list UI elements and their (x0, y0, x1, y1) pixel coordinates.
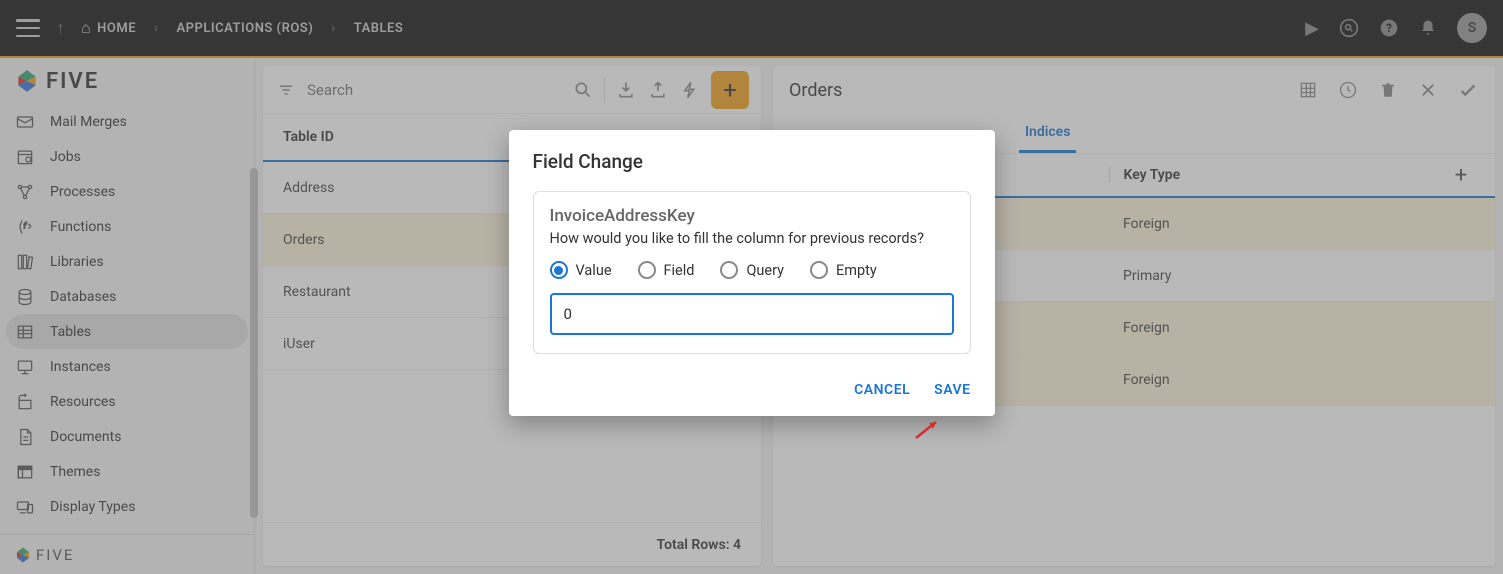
radio-field[interactable]: Field (638, 261, 695, 279)
save-button[interactable]: SAVE (934, 382, 970, 398)
modal-card: InvoiceAddressKey How would you like to … (533, 191, 971, 354)
radio-label: Field (664, 262, 695, 279)
radio-query[interactable]: Query (720, 261, 784, 279)
field-change-modal: Field Change InvoiceAddressKey How would… (509, 130, 995, 416)
radio-icon (720, 261, 738, 279)
modal-value-input[interactable] (550, 293, 954, 335)
modal-radio-group: Value Field Query Empty (550, 261, 954, 279)
modal-title: Field Change (509, 130, 995, 185)
radio-label: Empty (836, 262, 877, 279)
radio-empty[interactable]: Empty (810, 261, 877, 279)
radio-label: Value (576, 262, 612, 279)
radio-value[interactable]: Value (550, 261, 612, 279)
radio-label: Query (746, 262, 784, 279)
radio-icon (550, 261, 568, 279)
modal-overlay: Field Change InvoiceAddressKey How would… (0, 0, 1503, 574)
radio-icon (638, 261, 656, 279)
modal-prompt: How would you like to fill the column fo… (550, 230, 954, 247)
modal-field-name: InvoiceAddressKey (550, 206, 954, 226)
cancel-button[interactable]: CANCEL (854, 382, 910, 398)
modal-actions: CANCEL SAVE (509, 372, 995, 416)
radio-icon (810, 261, 828, 279)
